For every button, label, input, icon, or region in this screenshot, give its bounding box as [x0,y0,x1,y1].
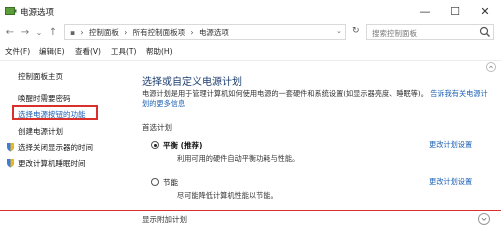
plan-power-saver-name[interactable]: 节能 [163,177,178,188]
highlight-box [12,105,98,120]
address-dropdown-icon[interactable]: ⌄ [336,27,342,35]
menu-view[interactable]: 查看(V) [75,46,101,57]
page-title: 选择或自定义电源计划 [142,77,242,88]
plan-balanced-desc: 利用可用的硬件自动平衡功耗与性能。 [177,154,300,163]
sidebar-item-home[interactable]: 控制面板主页 [18,71,63,82]
up-button[interactable]: ↑ [46,24,60,40]
plan-power-saver-change-link[interactable]: 更改计划设置 [429,177,472,187]
show-additional-plans[interactable]: 显示附加计划 [142,214,187,225]
breadcrumb-separator: › [124,28,128,37]
shield-icon [7,159,14,168]
forward-button[interactable]: → [18,24,32,40]
battery-app-icon [5,7,17,15]
sidebar-item-display-off[interactable]: 选择关闭显示器的时间 [18,142,93,153]
plan-power-saver-desc: 尽可能降低计算机性能以节能。 [177,191,278,200]
menu-edit[interactable]: 编辑(E) [39,46,65,57]
scroll-up-icon[interactable] [486,62,496,72]
menu-tools[interactable]: 工具(T) [111,46,136,57]
close-button[interactable]: ✕ [470,0,500,22]
plan-balanced-name[interactable]: 平衡 (推荐) [163,140,202,151]
sidebar-item-sleep-time[interactable]: 更改计算机睡眠时间 [18,158,86,169]
breadcrumb: ▪ › 控制面板 › 所有控制面板项 › 电源选项 [70,27,232,38]
minimize-button[interactable]: — [410,0,440,22]
breadcrumb-all-items[interactable]: 所有控制面板项 [133,28,186,37]
expand-chevron-icon[interactable] [478,213,490,225]
recent-locations-button[interactable]: ⌄ [32,24,46,40]
plan-power-saver-radio[interactable] [151,178,159,186]
breadcrumb-separator: › [80,28,84,37]
shield-icon [7,143,14,152]
sidebar-item-wakeup-password[interactable]: 唤醒时需要密码 [18,93,71,104]
page-description: 电源计划是用于管理计算机如何使用电源的一套硬件和系统设置(如显示器亮度、睡眠等)… [142,89,492,109]
preferred-plans-label: 首选计划 [142,123,172,132]
plan-balanced-radio[interactable] [151,141,159,149]
menu-help[interactable]: 帮助(H) [146,46,173,57]
refresh-icon[interactable]: ↻ [352,26,360,36]
maximize-button[interactable]: ☐ [440,0,470,22]
breadcrumb-control-panel[interactable]: 控制面板 [89,28,119,37]
back-button[interactable]: ← [3,24,17,40]
breadcrumb-separator: › [190,28,194,37]
sidebar-item-create-plan[interactable]: 创建电源计划 [18,126,63,137]
annotation-line [0,210,501,211]
plan-balanced-change-link[interactable]: 更改计划设置 [429,140,472,150]
breadcrumb-power-options[interactable]: 电源选项 [199,28,229,37]
search-placeholder: 搜索控制面板 [372,28,417,38]
description-text: 电源计划是用于管理计算机如何使用电源的一套硬件和系统设置(如显示器亮度、睡眠等)… [142,89,428,98]
menu-file[interactable]: 文件(F) [5,46,30,57]
search-icon[interactable] [479,26,491,38]
window-title: 电源选项 [20,8,55,18]
control-panel-crumb-icon: ▪ [70,28,76,37]
